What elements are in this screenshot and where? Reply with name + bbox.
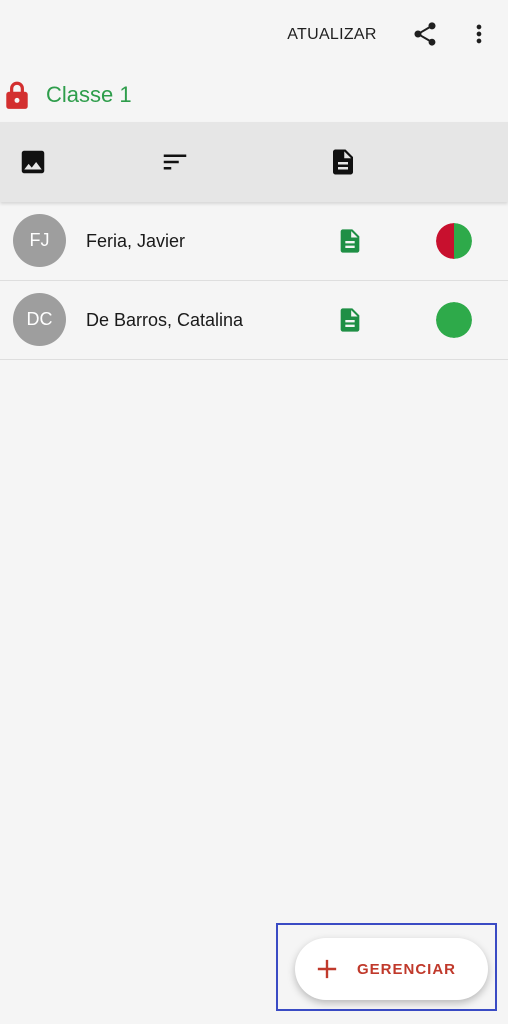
status-complete-icon [436,302,472,338]
student-name: De Barros, Catalina [86,310,244,330]
more-options-button[interactable] [462,14,496,54]
document-icon [340,308,360,332]
plus-icon [315,957,339,981]
reports-button[interactable] [323,142,363,182]
student-name: Feria, Javier [86,231,186,251]
sort-button[interactable] [155,142,195,182]
share-button[interactable] [405,14,445,54]
student-report-button[interactable] [334,303,366,337]
status-indicator[interactable] [436,223,472,259]
class-title: Classe 1 [46,82,132,107]
manage-button[interactable]: GERENCIAR [295,938,488,1000]
sort-icon [163,154,187,170]
list-toolbar [0,122,508,202]
student-list: FJ Feria, Javier DC De Barros, Catalina [0,202,508,360]
more-vert-icon [476,24,482,44]
manage-label: GERENCIAR [357,960,457,978]
status-indicator[interactable] [436,302,472,338]
share-icon [414,22,436,46]
document-icon [333,149,353,175]
list-item[interactable]: FJ Feria, Javier [0,202,508,281]
student-report-button[interactable] [334,224,366,258]
app-bar: ATUALIZAR [0,0,508,70]
toggle-photos-button[interactable] [13,142,53,182]
list-item[interactable]: DC De Barros, Catalina [0,281,508,360]
refresh-button[interactable]: ATUALIZAR [282,20,382,50]
avatar: DC [13,293,66,346]
status-partial-icon [436,223,472,259]
avatar: FJ [13,214,66,267]
class-header: Classe 1 [0,74,508,116]
lock-icon[interactable] [4,80,30,110]
document-icon [340,229,360,253]
image-icon [21,150,45,174]
